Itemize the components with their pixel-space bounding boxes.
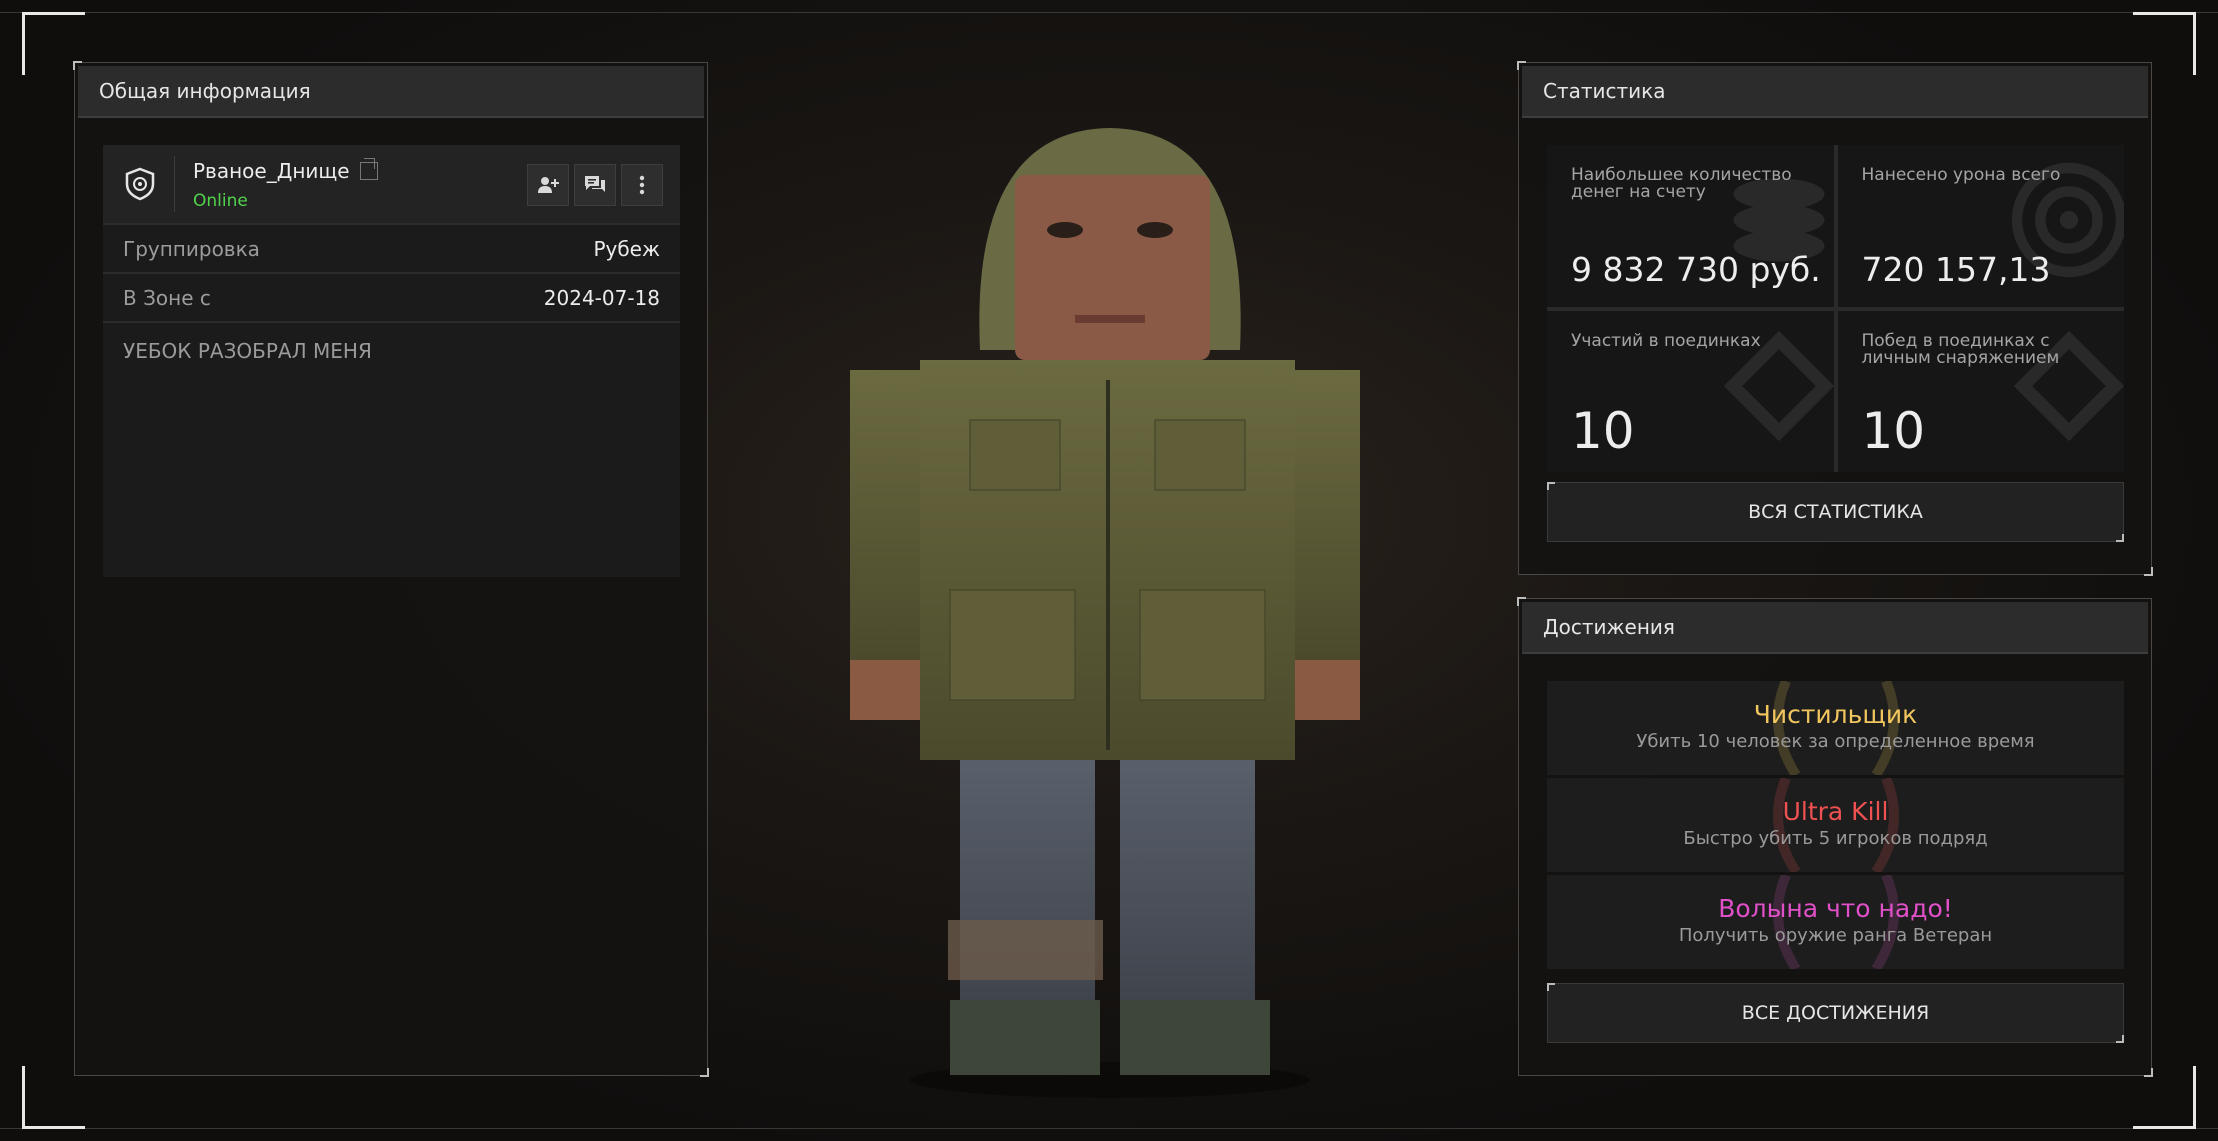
stat-max-money: Наибольшее количество денег на счету 9 8… xyxy=(1547,145,1834,307)
faction-shield-icon xyxy=(125,167,155,201)
stat-duel-wins: Побед в поединках с личным снаряжением 1… xyxy=(1837,310,2124,472)
zone-date-label: В Зоне с xyxy=(123,285,211,310)
zone-date-row: В Зоне с 2024-07-18 xyxy=(103,272,680,321)
more-vertical-icon xyxy=(639,175,645,195)
achievement-item[interactable]: Чистильщик Убить 10 человек за определен… xyxy=(1547,681,2124,775)
divider xyxy=(174,156,175,212)
stat-label: Наибольшее количество денег на счету xyxy=(1571,165,1792,202)
achievement-desc: Убить 10 человек за определенное время xyxy=(1636,731,2035,752)
player-name: Рваное_Днище xyxy=(193,159,350,183)
stat-value: 10 xyxy=(1861,402,1926,460)
all-achievements-button[interactable]: ВСЕ ДОСТИЖЕНИЯ xyxy=(1547,983,2124,1043)
achievement-title: Чистильщик xyxy=(1753,700,1918,729)
add-friend-icon xyxy=(538,177,559,193)
message-button[interactable] xyxy=(574,164,616,206)
panel-title: Достижения xyxy=(1522,602,2148,654)
player-bio: УЕБОК РАЗОБРАЛ МЕНЯ xyxy=(103,321,680,379)
panel-title: Статистика xyxy=(1522,66,2148,118)
all-stats-button[interactable]: ВСЯ СТАТИСТИКА xyxy=(1547,482,2124,542)
faction-label: Группировка xyxy=(123,236,260,261)
chat-icon xyxy=(585,176,605,192)
character-model[interactable] xyxy=(820,120,1400,1100)
player-row: Рваное_Днище Online xyxy=(103,145,680,223)
statistics-panel: Статистика Наибольшее количество денег н… xyxy=(1517,61,2153,576)
player-info-box: Рваное_Днище Online Группировка Рубеж В … xyxy=(103,145,680,577)
panel-title: Общая информация xyxy=(78,66,704,118)
stat-value: 10 xyxy=(1571,402,1635,460)
stat-value: 9 832 730 руб. xyxy=(1571,249,1821,289)
achievement-item[interactable]: Ultra Kill Быстро убить 5 игроков подряд xyxy=(1547,778,2124,872)
bottom-frame-line xyxy=(0,1128,2218,1129)
faction-value: Рубеж xyxy=(593,236,660,261)
achievement-title: Ultra Kill xyxy=(1782,797,1889,826)
top-frame-line xyxy=(0,12,2218,13)
achievement-desc: Быстро убить 5 игроков подряд xyxy=(1683,828,1988,849)
achievements-panel: Достижения Чистильщик Убить 10 человек з… xyxy=(1517,597,2153,1077)
stat-total-damage: Нанесено урона всего 720 157,13 xyxy=(1837,145,2124,307)
achievements-list: Чистильщик Убить 10 человек за определен… xyxy=(1547,681,2124,972)
player-name-block: Рваное_Днище xyxy=(193,158,378,183)
achievement-desc: Получить оружие ранга Ветеран xyxy=(1678,925,1993,946)
stat-label: Побед в поединках с личным снаряжением xyxy=(1861,330,2060,368)
zone-date-value: 2024-07-18 xyxy=(543,285,660,310)
stat-value: 720 157,13 xyxy=(1861,249,2051,289)
add-friend-button[interactable] xyxy=(527,164,569,206)
achievement-title: Волына что надо! xyxy=(1718,894,1953,923)
stat-label: Нанесено урона всего xyxy=(1861,165,2061,185)
player-status: Online xyxy=(193,191,248,211)
general-info-panel: Общая информация Рваное_Днище Online Гру… xyxy=(73,61,709,1077)
faction-row: Группировка Рубеж xyxy=(103,223,680,272)
stat-duels: Участий в поединках 10 xyxy=(1547,310,1834,472)
copy-icon[interactable] xyxy=(359,158,378,180)
stats-grid: Наибольшее количество денег на счету 9 8… xyxy=(1547,145,2124,472)
achievement-item[interactable]: Волына что надо! Получить оружие ранга В… xyxy=(1547,875,2124,969)
more-options-button[interactable] xyxy=(621,164,663,206)
stat-label: Участий в поединках xyxy=(1571,330,1761,351)
